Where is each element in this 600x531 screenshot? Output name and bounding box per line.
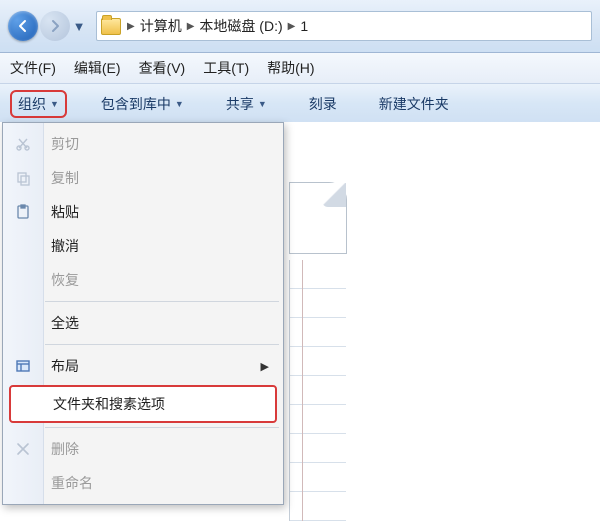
file-thumbnail-lines <box>289 260 346 521</box>
menu-separator <box>45 427 279 428</box>
menu-help[interactable]: 帮助(H) <box>267 58 314 78</box>
menu-separator <box>45 301 279 302</box>
burn-label: 刻录 <box>309 94 337 114</box>
content-area: 剪切 复制 粘贴 撤消 恢复 全选 <box>0 122 600 531</box>
menu-item-delete[interactable]: 删除 <box>3 432 283 466</box>
menu-item-label: 删除 <box>51 439 79 459</box>
menu-item-label: 复制 <box>51 168 79 188</box>
breadcrumb: ▶ 计算机 ▶ 本地磁盘 (D:) ▶ 1 <box>127 16 308 36</box>
organize-dropdown: 剪切 复制 粘贴 撤消 恢复 全选 <box>2 122 284 505</box>
menu-item-copy[interactable]: 复制 <box>3 161 283 195</box>
menu-item-label: 恢复 <box>51 270 79 290</box>
paste-icon <box>13 204 33 220</box>
titlebar: ▼ ▶ 计算机 ▶ 本地磁盘 (D:) ▶ 1 <box>0 0 600 53</box>
breadcrumb-sep[interactable]: ▶ <box>127 21 135 32</box>
menu-item-redo[interactable]: 恢复 <box>3 263 283 297</box>
breadcrumb-item[interactable]: 1 <box>300 18 308 34</box>
chevron-down-icon: ▼ <box>175 99 184 109</box>
breadcrumb-sep[interactable]: ▶ <box>288 21 296 32</box>
share-label: 共享 <box>226 94 254 114</box>
menubar: 文件(F) 编辑(E) 查看(V) 工具(T) 帮助(H) <box>0 53 600 84</box>
nav-back-button[interactable] <box>8 11 38 41</box>
layout-icon <box>13 358 33 374</box>
include-label: 包含到库中 <box>101 94 171 114</box>
toolbar: 组织 ▼ 包含到库中 ▼ 共享 ▼ 刻录 新建文件夹 <box>0 84 600 125</box>
menu-item-select-all[interactable]: 全选 <box>3 306 283 340</box>
menu-item-label: 粘贴 <box>51 202 79 222</box>
scissors-icon <box>13 136 33 152</box>
new-folder-button[interactable]: 新建文件夹 <box>371 90 457 118</box>
menu-item-rename[interactable]: 重命名 <box>3 466 283 500</box>
breadcrumb-item[interactable]: 本地磁盘 (D:) <box>199 16 282 36</box>
menu-item-label: 重命名 <box>51 473 93 493</box>
submenu-arrow-icon: ▶ <box>261 360 269 373</box>
menu-item-folder-options[interactable]: 文件夹和搜素选项 <box>9 385 277 423</box>
breadcrumb-sep[interactable]: ▶ <box>187 21 195 32</box>
menu-item-label: 布局 <box>51 356 79 376</box>
copy-icon <box>13 170 33 186</box>
menu-item-paste[interactable]: 粘贴 <box>3 195 283 229</box>
menu-file[interactable]: 文件(F) <box>10 58 56 78</box>
nav-forward-button[interactable] <box>40 11 70 41</box>
menu-item-layout[interactable]: 布局 ▶ <box>3 349 283 383</box>
menu-item-undo[interactable]: 撤消 <box>3 229 283 263</box>
nav-history-dropdown[interactable]: ▼ <box>72 11 86 41</box>
menu-item-label: 全选 <box>51 313 79 333</box>
burn-button[interactable]: 刻录 <box>301 90 345 118</box>
menu-item-cut[interactable]: 剪切 <box>3 127 283 161</box>
organize-label: 组织 <box>18 94 46 114</box>
organize-button[interactable]: 组织 ▼ <box>10 90 67 118</box>
delete-icon <box>13 441 33 457</box>
menu-edit[interactable]: 编辑(E) <box>74 58 121 78</box>
share-button[interactable]: 共享 ▼ <box>218 90 275 118</box>
menu-item-label: 剪切 <box>51 134 79 154</box>
include-in-library-button[interactable]: 包含到库中 ▼ <box>93 90 192 118</box>
file-thumbnail[interactable] <box>289 182 347 254</box>
breadcrumb-item[interactable]: 计算机 <box>140 16 182 36</box>
new-folder-label: 新建文件夹 <box>379 94 449 114</box>
menu-item-label: 撤消 <box>51 236 79 256</box>
menu-item-label: 文件夹和搜素选项 <box>53 394 165 414</box>
menu-view[interactable]: 查看(V) <box>139 58 186 78</box>
folder-icon <box>101 18 121 35</box>
menu-tools[interactable]: 工具(T) <box>203 58 249 78</box>
address-bar[interactable]: ▶ 计算机 ▶ 本地磁盘 (D:) ▶ 1 <box>96 11 592 41</box>
chevron-down-icon: ▼ <box>50 99 59 109</box>
menu-separator <box>45 344 279 345</box>
chevron-down-icon: ▼ <box>258 99 267 109</box>
